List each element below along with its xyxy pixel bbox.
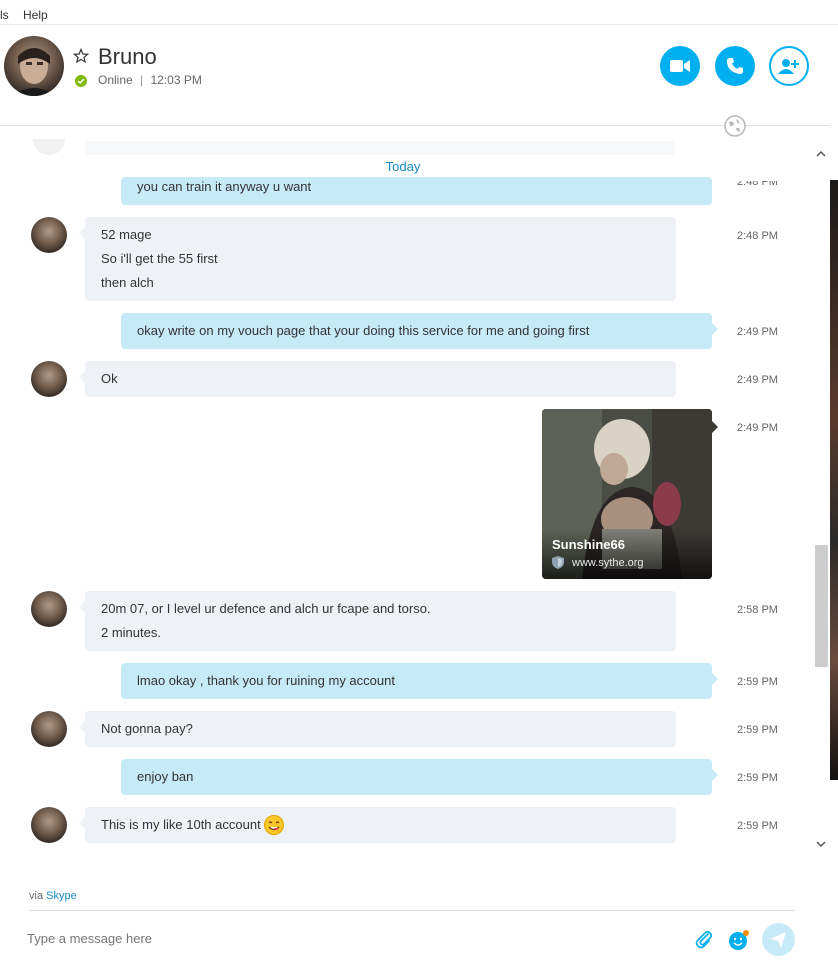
contact-status-line: Online | 12:03 PM [98,73,202,87]
emoticon-picker-button[interactable] [728,929,750,956]
video-call-button[interactable] [660,46,700,86]
message-line: This is my like 10th account [101,817,261,832]
incoming-message[interactable]: Ok [79,361,676,397]
incoming-message[interactable]: This is my like 10th account [79,807,676,843]
message-time: 2:58 PM [737,604,778,616]
sender-avatar[interactable] [31,361,67,397]
previous-bubble-fragment [85,141,675,155]
send-arrow-icon [770,932,786,948]
sender-avatar[interactable] [31,711,67,747]
add-person-icon [778,59,799,74]
message-time: 2:59 PM [737,820,778,832]
sender-avatar[interactable] [31,807,67,843]
audio-call-button[interactable] [715,46,755,86]
message-line: 20m 07, or I level ur defence and alch u… [101,601,431,616]
previous-avatar-fragment [33,139,65,155]
message-time: 2:49 PM [737,326,778,338]
message-time: 2:59 PM [737,772,778,784]
outgoing-message[interactable]: okay write on my vouch page that your do… [121,313,718,349]
incoming-message[interactable]: Not gonna pay? [79,711,676,747]
menu-bar: ls Help [0,0,838,25]
link-card-pointer [712,421,718,433]
message-line: enjoy ban [137,769,194,784]
incoming-message[interactable]: 20m 07, or I level ur defence and alch u… [79,591,676,651]
message-time: 2:49 PM [737,422,778,434]
link-card-title: Sunshine66 [552,537,625,552]
add-people-button[interactable] [769,46,809,86]
contact-name: Bruno [98,44,157,69]
message-time: 2:48 PM [737,230,778,242]
outgoing-message[interactable]: lmao okay , thank you for ruining my acc… [121,663,718,699]
paperclip-icon [695,930,713,949]
favorite-star-icon[interactable] [72,47,90,69]
incoming-message[interactable]: 52 mage So i'll get the 55 first then al… [79,217,676,301]
contact-avatar[interactable] [4,36,64,96]
message-time: 2:59 PM [737,676,778,688]
outgoing-message-partial[interactable]: you can train it anyway u want [121,177,712,205]
link-card-source: www.sythe.org [552,556,644,569]
message-line: 52 mage [101,227,152,242]
composer-divider [29,910,795,911]
conversation-scrollbar[interactable] [812,145,830,853]
video-camera-icon [670,60,690,72]
online-status-icon [75,74,87,92]
via-skype-link[interactable]: Skype [46,890,77,902]
message-time: 2:49 PM [737,374,778,386]
message-time: 2:48 PM [737,181,778,188]
outgoing-message[interactable]: enjoy ban [121,759,718,795]
message-line: okay write on my vouch page that your do… [137,323,590,338]
contact-local-time: 12:03 PM [150,73,202,87]
scroll-down-icon[interactable] [816,840,826,848]
message-line: So i'll get the 55 first [101,251,218,266]
message-line: lmao okay , thank you for ruining my acc… [137,673,395,688]
sender-avatar[interactable] [31,591,67,627]
message-input[interactable] [27,924,667,952]
message-text: you can train it anyway u want [137,179,312,194]
message-time: 2:59 PM [737,724,778,736]
link-preview-card[interactable]: Sunshine66 www.sythe.org [542,409,712,579]
conversation-header: Bruno Online | 12:03 PM [0,26,830,126]
background-window-edge [830,180,838,780]
scroll-up-icon[interactable] [816,150,826,158]
via-prefix: via [29,890,44,902]
scrollbar-thumb[interactable] [815,545,828,667]
send-button[interactable] [762,923,795,956]
attach-file-button[interactable] [694,929,714,954]
sender-avatar[interactable] [31,217,67,253]
via-line: via Skype [29,890,77,902]
menu-item-help[interactable]: Help [23,8,48,22]
link-card-url: www.sythe.org [572,556,644,569]
contact-status: Online [98,73,133,87]
message-line: 2 minutes. [101,625,161,640]
message-line: Not gonna pay? [101,721,193,736]
smiley-icon [729,930,749,950]
menu-item-tools[interactable]: ls [0,8,9,22]
link-preview-image [542,409,712,579]
emoticon-smile-icon[interactable] [263,815,284,835]
status-separator: | [140,73,144,87]
shield-icon [552,556,564,569]
phone-icon [727,58,743,74]
conversation-history[interactable]: Today you can train it anyway u want 2:4… [0,127,812,852]
date-divider: Today [385,159,421,174]
message-line: Ok [101,371,118,386]
message-line: then alch [101,275,154,290]
